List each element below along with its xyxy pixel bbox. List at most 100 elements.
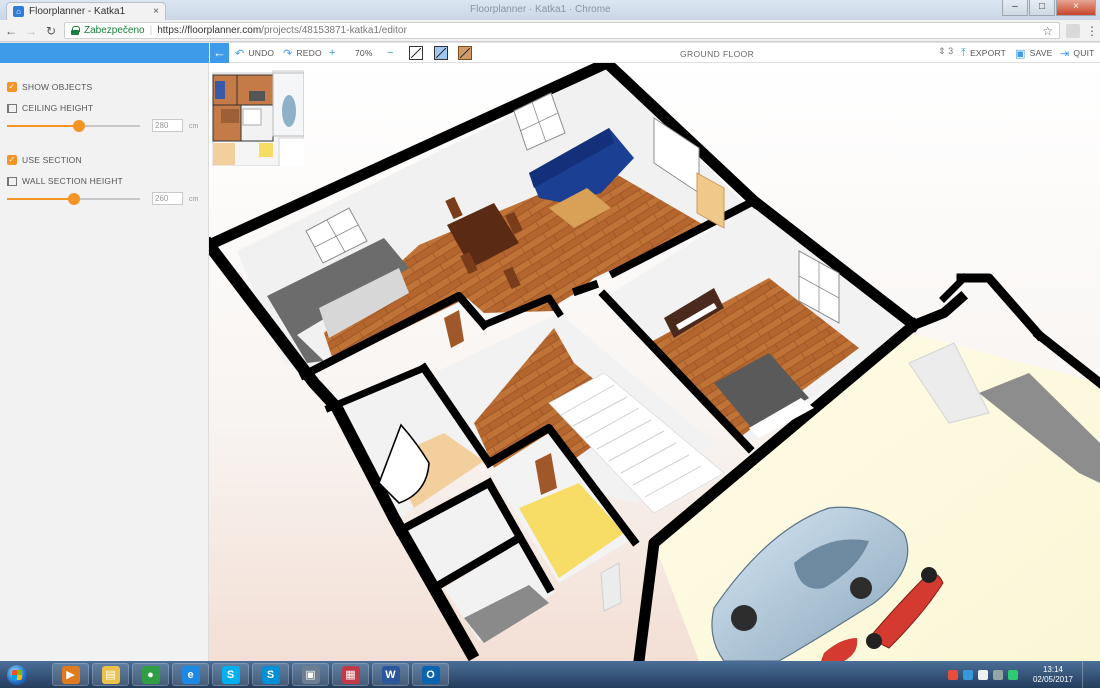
internet-explorer-icon: e <box>181 665 200 684</box>
taskbar-app-media-player[interactable]: ▶ <box>52 663 89 686</box>
export-button[interactable]: ⤒ EXPORT <box>961 43 1006 63</box>
skype-2-icon: S <box>261 665 280 684</box>
show-objects-option[interactable]: ✓ SHOW OBJECTS <box>7 82 92 92</box>
maximize-button[interactable]: □ <box>1029 0 1055 16</box>
tray-battery-icon[interactable] <box>1007 669 1018 680</box>
window-controls: – □ × <box>1002 0 1096 16</box>
bookmark-star-icon[interactable]: ☆ <box>1042 24 1053 38</box>
floorplan-minimap[interactable] <box>209 63 304 166</box>
minimize-button[interactable]: – <box>1002 0 1028 16</box>
reload-button[interactable]: ↻ <box>44 23 58 39</box>
export-icon: ⤒ <box>961 46 967 59</box>
taskbar-app-word[interactable]: W <box>372 663 409 686</box>
quit-button[interactable]: ⇥ QUIT <box>1060 43 1095 63</box>
zoom-level-text: 70% <box>355 48 373 58</box>
redo-icon: ↷ <box>283 47 293 60</box>
sidebar-header <box>0 43 209 63</box>
taskbar-app-outlook[interactable]: O <box>412 663 449 686</box>
back-button[interactable]: ← <box>4 23 18 39</box>
wall-section-height-slider-knob[interactable] <box>67 193 80 205</box>
use-section-checkbox[interactable]: ✓ <box>7 155 17 165</box>
extension-icon[interactable] <box>1066 23 1080 38</box>
show-desktop-button[interactable] <box>1082 661 1092 688</box>
floor-name[interactable]: GROUND FLOOR <box>680 49 754 59</box>
zoom-in-icon: + <box>329 47 336 59</box>
taskbar-app-floppy[interactable]: ▦ <box>332 663 369 686</box>
url-separator: | <box>149 25 153 36</box>
ceiling-height-input[interactable] <box>152 119 183 132</box>
zoom-out-button[interactable]: − <box>387 43 394 63</box>
media-player-icon: ▶ <box>61 665 80 684</box>
undo-button[interactable]: ↶ UNDO <box>235 43 274 63</box>
use-section-label: USE SECTION <box>22 155 82 165</box>
collapse-panel-button[interactable]: ← <box>210 43 229 63</box>
tab-close-icon[interactable]: × <box>153 6 159 17</box>
zoom-level: 70% <box>355 43 373 63</box>
redo-button[interactable]: ↷ REDO <box>283 43 322 63</box>
ceiling-height-slider[interactable] <box>7 120 140 132</box>
browser-tab[interactable]: ⌂ Floorplanner - Katka1 × <box>6 2 166 20</box>
taskbar-app-chrome[interactable]: ● <box>132 663 169 686</box>
clock-time: 13:14 <box>1042 664 1063 674</box>
url-path: /projects/48153871-katka1/editor <box>261 25 407 36</box>
system-clock[interactable]: 13:14 02/05/2017 <box>1033 665 1073 685</box>
tray-notification-icon[interactable] <box>947 669 958 680</box>
floorplan-3d-canvas[interactable] <box>209 63 1100 661</box>
taskbar-app-internet-explorer[interactable]: e <box>172 663 209 686</box>
start-button[interactable] <box>2 661 32 688</box>
lock-icon <box>71 26 80 35</box>
save-icon: ▣ <box>1015 47 1026 60</box>
browser-toolbar: ← → ↻ Zabezpečeno | https://floorplanner… <box>0 20 1100 42</box>
image-viewer-icon: ▣ <box>301 665 320 684</box>
skype-icon: S <box>221 665 240 684</box>
taskbar-apps: ▶ ▤ ● e S S ▣ ▦ W O <box>52 663 449 686</box>
editor-toolbar: ← ↶ UNDO ↷ REDO + 70% − GROUND FLOOR ⇕ 3… <box>0 43 1100 63</box>
taskbar-app-file-explorer[interactable]: ▤ <box>92 663 129 686</box>
wall-section-height-input[interactable] <box>152 192 183 205</box>
view-photo-icon <box>458 46 472 60</box>
quit-label: QUIT <box>1073 48 1095 58</box>
outlook-icon: O <box>421 665 440 684</box>
floor-stepper-icon: ⇕ <box>938 46 946 56</box>
windows-taskbar: ▶ ▤ ● e S S ▣ ▦ W O 13:14 02/05/2017 <box>0 661 1100 688</box>
zoom-out-icon: − <box>387 47 394 59</box>
floor-counter[interactable]: ⇕ 3 <box>938 46 953 57</box>
taskbar-app-skype[interactable]: S <box>212 663 249 686</box>
wall-section-height-slider[interactable] <box>7 193 140 205</box>
view-3d-button[interactable] <box>434 43 448 63</box>
view-3d-icon <box>434 46 448 60</box>
tray-flag-icon[interactable] <box>977 669 988 680</box>
secure-label: Zabezpečeno <box>84 25 145 36</box>
word-icon: W <box>381 665 400 684</box>
browser-menu-icon[interactable]: ⋮ <box>1086 24 1098 38</box>
wall-section-height-icon <box>7 176 17 186</box>
forward-button[interactable]: → <box>24 23 38 39</box>
zoom-in-button[interactable]: + <box>329 43 336 63</box>
view-2d-button[interactable] <box>409 43 423 63</box>
windows-logo-icon <box>7 664 27 685</box>
bathroom-door <box>444 310 464 348</box>
ceiling-height-label: CEILING HEIGHT <box>22 103 94 113</box>
address-bar[interactable]: Zabezpečeno | https://floorplanner.com/p… <box>64 22 1060 39</box>
show-objects-checkbox[interactable]: ✓ <box>7 82 17 92</box>
tray-volume-icon[interactable] <box>992 669 1003 680</box>
url-host: https://floorplanner.com <box>157 25 262 36</box>
close-window-button[interactable]: × <box>1056 0 1096 16</box>
view-2d-icon <box>409 46 423 60</box>
system-tray: 13:14 02/05/2017 <box>947 661 1100 688</box>
show-objects-label: SHOW OBJECTS <box>22 82 93 92</box>
floorplan-3d-view[interactable] <box>209 63 1100 661</box>
wall-section-height-option: WALL SECTION HEIGHT <box>7 176 123 186</box>
view-photo-button[interactable] <box>458 43 472 63</box>
taskbar-app-image-viewer[interactable]: ▣ <box>292 663 329 686</box>
window-title: Floorplanner · Katka1 · Chrome <box>470 4 611 15</box>
settings-panel: ✓ SHOW OBJECTS CEILING HEIGHT cm ✓ USE S… <box>0 63 209 661</box>
taskbar-app-skype-2[interactable]: S <box>252 663 289 686</box>
use-section-option[interactable]: ✓ USE SECTION <box>7 155 82 165</box>
tray-network-icon[interactable] <box>962 669 973 680</box>
browser-title-bar: ⌂ Floorplanner - Katka1 × Floorplanner ·… <box>0 0 1100 20</box>
ceiling-height-slider-knob[interactable] <box>72 120 85 132</box>
export-label: EXPORT <box>970 48 1007 58</box>
save-button[interactable]: ▣ SAVE <box>1015 43 1052 63</box>
ceiling-height-slider-fill <box>7 125 79 127</box>
